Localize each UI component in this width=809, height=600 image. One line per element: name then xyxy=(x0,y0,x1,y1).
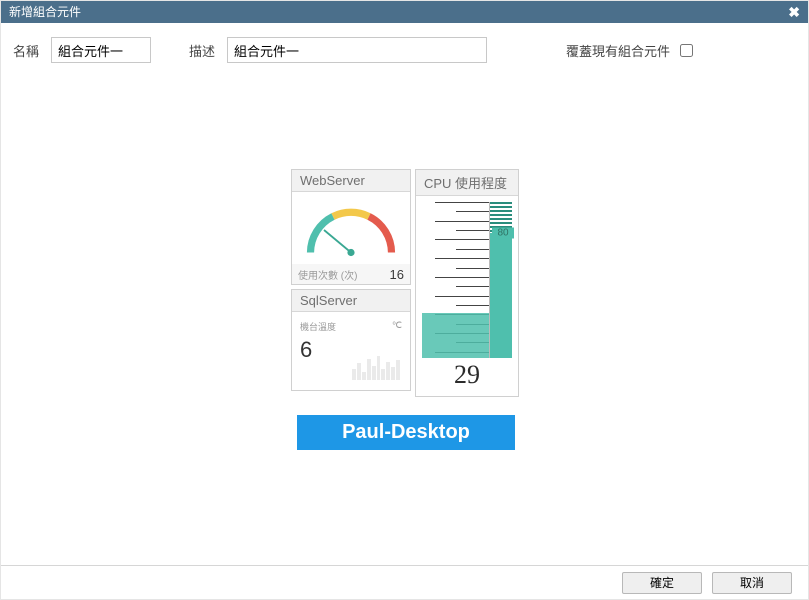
desc-input[interactable] xyxy=(227,37,487,63)
webserver-metric-label: 使用次數 (次) xyxy=(298,267,357,282)
overwrite-checkbox[interactable] xyxy=(680,44,693,57)
widget-group: WebServer 使用次數 (次) 16 xyxy=(291,169,521,397)
webserver-metric-value: 16 xyxy=(390,267,404,282)
dialog-titlebar: 新增組合元件 ✖ xyxy=(1,1,808,23)
cpu-value: 29 xyxy=(422,358,512,396)
dialog: 新增組合元件 ✖ 名稱 描述 覆蓋現有組合元件 WebServer xyxy=(0,0,809,600)
sqlserver-card[interactable]: SqlServer 機台溫度 ℃ 6 xyxy=(291,289,411,391)
webserver-gauge: 使用次數 (次) 16 xyxy=(292,192,410,284)
sqlserver-title: SqlServer xyxy=(292,290,410,312)
cpu-card[interactable]: CPU 使用程度 xyxy=(415,169,519,397)
widget-col-left: WebServer 使用次數 (次) 16 xyxy=(291,169,411,397)
dialog-content: WebServer 使用次數 (次) 16 xyxy=(1,63,808,565)
webserver-title: WebServer xyxy=(292,170,410,192)
name-label: 名稱 xyxy=(13,41,39,60)
close-icon[interactable]: ✖ xyxy=(788,1,800,23)
overwrite-wrap: 覆蓋現有組合元件 xyxy=(566,41,696,60)
cpu-body: 80 29 xyxy=(416,196,518,396)
sparkline-icon xyxy=(352,352,400,380)
ok-button[interactable]: 確定 xyxy=(622,572,702,594)
name-input[interactable] xyxy=(51,37,151,63)
sqlserver-body: 機台溫度 ℃ 6 xyxy=(292,312,410,390)
dialog-footer: 確定 取消 xyxy=(1,565,808,599)
sqlserver-metric-label: 機台溫度 xyxy=(300,320,336,333)
overwrite-label: 覆蓋現有組合元件 xyxy=(566,41,670,60)
cpu-graph: 80 xyxy=(422,202,512,358)
machine-name-badge: Paul-Desktop xyxy=(297,415,515,450)
form-row: 名稱 描述 覆蓋現有組合元件 xyxy=(1,23,808,63)
cpu-scale xyxy=(422,202,490,358)
desc-label: 描述 xyxy=(189,41,215,60)
dialog-title: 新增組合元件 xyxy=(9,1,81,23)
gauge-icon xyxy=(296,194,406,266)
cpu-bar-label: 80 xyxy=(492,228,514,239)
webserver-footer: 使用次數 (次) 16 xyxy=(292,264,410,284)
cancel-button[interactable]: 取消 xyxy=(712,572,792,594)
sqlserver-metric-unit: ℃ xyxy=(392,320,402,333)
cpu-bar: 80 xyxy=(490,202,512,358)
cpu-title: CPU 使用程度 xyxy=(416,170,518,196)
webserver-card[interactable]: WebServer 使用次數 (次) 16 xyxy=(291,169,411,285)
cpu-fill xyxy=(422,313,489,358)
